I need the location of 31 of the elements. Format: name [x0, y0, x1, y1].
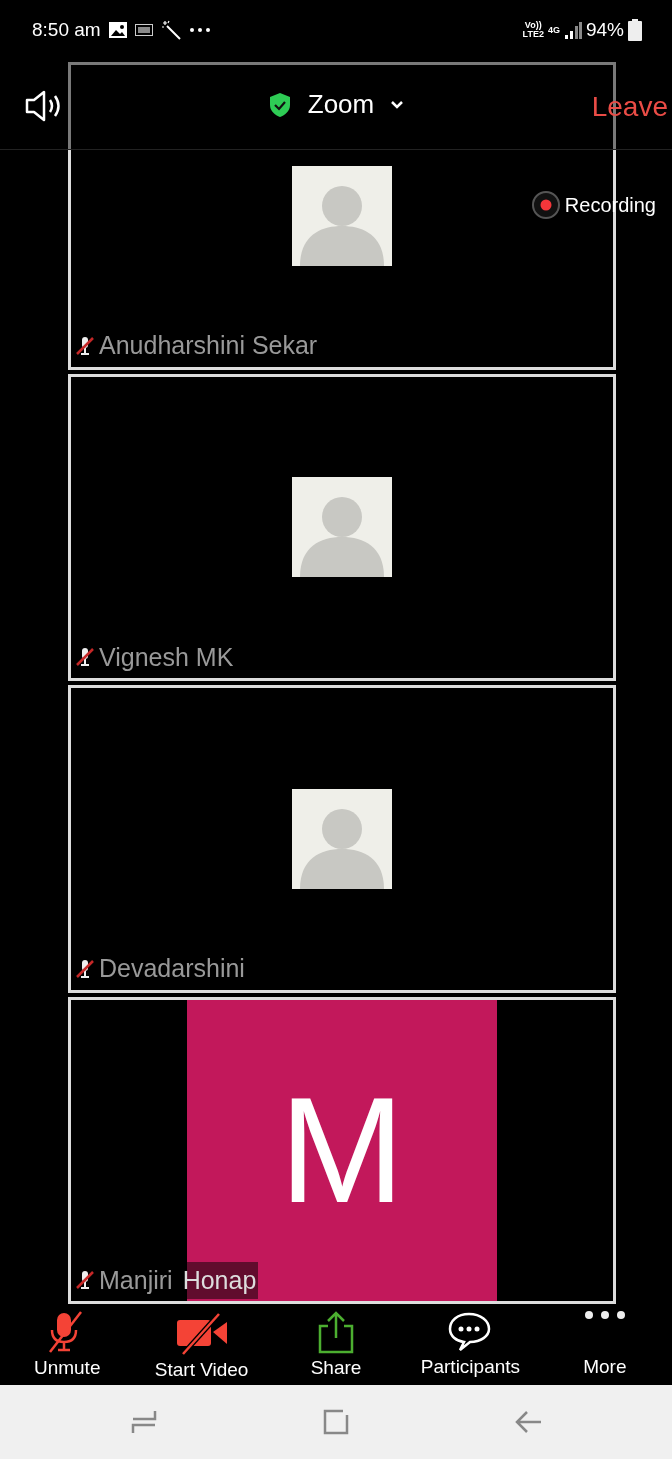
avatar-icon — [292, 788, 392, 889]
participant-name: Vignesh MK — [99, 641, 234, 673]
shield-icon — [267, 91, 292, 118]
battery-level: 94% — [585, 17, 624, 42]
share-button[interactable]: Share — [268, 1304, 404, 1385]
network-label: LTE2 — [522, 30, 544, 39]
participant-name: Manjiri — [99, 1264, 173, 1296]
participant-name: Anudharshini Sekar — [99, 330, 318, 361]
unmute-button[interactable]: Unmute — [0, 1304, 135, 1385]
network-type: 4G — [547, 25, 560, 35]
participants-button[interactable]: Participants — [403, 1304, 538, 1385]
avatar-icon — [292, 165, 392, 266]
network-label: Vo)) — [524, 21, 542, 30]
status-time: 8:50 am — [32, 17, 101, 42]
chevron-down-icon — [390, 99, 405, 110]
speaker-icon[interactable] — [24, 90, 62, 122]
magic-wand-icon — [160, 20, 181, 40]
signal-icon — [563, 21, 582, 39]
battery-icon — [628, 19, 642, 41]
news-icon — [134, 24, 153, 36]
participant-name: Devadarshini — [99, 953, 245, 984]
share-icon — [316, 1310, 356, 1354]
more-button[interactable]: More — [537, 1304, 672, 1385]
meeting-title-dropdown[interactable]: Zoom — [307, 85, 405, 124]
start-video-button[interactable]: Start Video — [134, 1304, 269, 1385]
avatar-icon — [292, 477, 392, 578]
more-icon — [583, 1310, 626, 1320]
more-icon — [188, 27, 211, 33]
home-icon[interactable] — [321, 1407, 351, 1437]
leave-button[interactable]: Leave — [591, 86, 668, 128]
image-icon — [108, 22, 127, 38]
